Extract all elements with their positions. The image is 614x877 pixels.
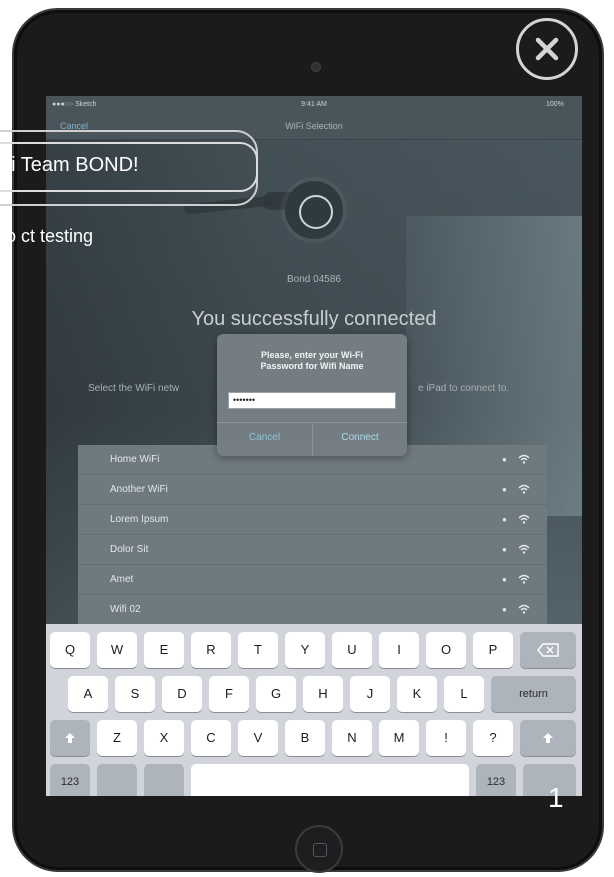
close-icon	[535, 37, 559, 61]
key-question[interactable]: ?	[473, 720, 513, 756]
shift-icon	[65, 733, 75, 743]
lock-icon: ●	[502, 605, 507, 614]
key-n[interactable]: N	[332, 720, 372, 756]
dialog-message-line2: Password for Wifi Name	[260, 361, 364, 371]
key-h[interactable]: H	[303, 676, 343, 712]
emoji-key[interactable]	[97, 764, 137, 796]
key-t[interactable]: T	[238, 632, 278, 668]
key-i[interactable]: I	[379, 632, 419, 668]
key-b[interactable]: B	[285, 720, 325, 756]
backspace-key[interactable]	[520, 632, 576, 668]
close-button[interactable]	[516, 18, 578, 80]
callout-subtitle: ro ct testing	[0, 226, 94, 246]
key-exclamation[interactable]: !	[426, 720, 466, 756]
key-p[interactable]: P	[473, 632, 513, 668]
callout-title: oi Team BOND!	[0, 154, 139, 176]
key-c[interactable]: C	[191, 720, 231, 756]
wifi-icon	[518, 484, 530, 494]
key-x[interactable]: X	[144, 720, 184, 756]
instruction-text-left: Select the WiFi netw	[88, 383, 180, 394]
battery-label: 100%	[546, 101, 564, 108]
key-g[interactable]: G	[256, 676, 296, 712]
wifi-row[interactable]: Dolor Sit ●	[78, 535, 547, 565]
key-q[interactable]: Q	[50, 632, 90, 668]
key-y[interactable]: Y	[285, 632, 325, 668]
front-camera	[311, 62, 321, 72]
shift-key-left[interactable]	[50, 720, 90, 756]
space-key[interactable]	[191, 764, 469, 796]
key-r[interactable]: R	[191, 632, 231, 668]
mic-key[interactable]	[144, 764, 184, 796]
wifi-name: Lorem Ipsum	[110, 514, 169, 525]
key-l[interactable]: L	[444, 676, 484, 712]
lock-icon: ●	[502, 485, 507, 494]
key-s[interactable]: S	[115, 676, 155, 712]
key-u[interactable]: U	[332, 632, 372, 668]
key-j[interactable]: J	[350, 676, 390, 712]
page-number: 1	[548, 782, 564, 813]
on-screen-keyboard: Q W E R T Y U I O P A S D F G H J K L re…	[46, 624, 582, 796]
key-f[interactable]: F	[209, 676, 249, 712]
wifi-row[interactable]: Wifi 02 ●	[78, 595, 547, 625]
device-ring-icon	[285, 181, 343, 239]
dialog-message: Please, enter your Wi-Fi Password for Wi…	[217, 350, 407, 372]
lock-icon: ●	[502, 455, 507, 464]
key-o[interactable]: O	[426, 632, 466, 668]
key-w[interactable]: W	[97, 632, 137, 668]
numbers-key-left[interactable]: 123	[50, 764, 90, 796]
wifi-name: Another WiFi	[110, 484, 168, 495]
wifi-row[interactable]: Amet ●	[78, 565, 547, 595]
shift-key-right[interactable]	[520, 720, 576, 756]
device-name: Bond 04586	[287, 274, 341, 285]
clock-label: 9:41 AM	[301, 101, 327, 108]
password-field[interactable]: •••••••	[228, 392, 396, 409]
wifi-row[interactable]: Lorem Ipsum ●	[78, 505, 547, 535]
instruction-text-right: e iPad to connect to.	[418, 383, 510, 394]
key-k[interactable]: K	[397, 676, 437, 712]
key-m[interactable]: M	[379, 720, 419, 756]
wifi-name: Home WiFi	[110, 454, 160, 465]
key-e[interactable]: E	[144, 632, 184, 668]
lock-icon: ●	[502, 545, 507, 554]
wifi-name: Dolor Sit	[110, 544, 149, 555]
backspace-icon	[537, 643, 559, 657]
wifi-icon	[518, 574, 530, 584]
dialog-connect-button[interactable]: Connect	[313, 432, 407, 443]
lock-icon: ●	[502, 515, 507, 524]
key-d[interactable]: D	[162, 676, 202, 712]
wifi-name: Wifi 02	[110, 604, 141, 615]
key-v[interactable]: V	[238, 720, 278, 756]
wifi-network-list: Home WiFi ● Another WiFi ● Lorem Ipsum ●…	[78, 445, 547, 645]
shift-icon	[543, 733, 553, 743]
wifi-icon	[518, 544, 530, 554]
key-a[interactable]: A	[68, 676, 108, 712]
wifi-icon	[518, 454, 530, 464]
wifi-icon	[518, 604, 530, 614]
wifi-icon	[518, 514, 530, 524]
return-key[interactable]: return	[491, 676, 576, 712]
success-headline: You successfully connected	[191, 308, 437, 330]
lock-icon: ●	[502, 575, 507, 584]
wifi-row[interactable]: Another WiFi ●	[78, 475, 547, 505]
numbers-key-right[interactable]: 123	[476, 764, 516, 796]
dialog-cancel-button[interactable]: Cancel	[217, 432, 312, 443]
home-button[interactable]	[295, 825, 343, 873]
dialog-message-line1: Please, enter your Wi-Fi	[261, 350, 363, 360]
key-z[interactable]: Z	[97, 720, 137, 756]
status-bar: ●●●○○ Sketch 9:41 AM 100%	[46, 96, 582, 114]
wifi-name: Amet	[110, 574, 134, 585]
wifi-password-dialog: Please, enter your Wi-Fi Password for Wi…	[217, 334, 407, 456]
